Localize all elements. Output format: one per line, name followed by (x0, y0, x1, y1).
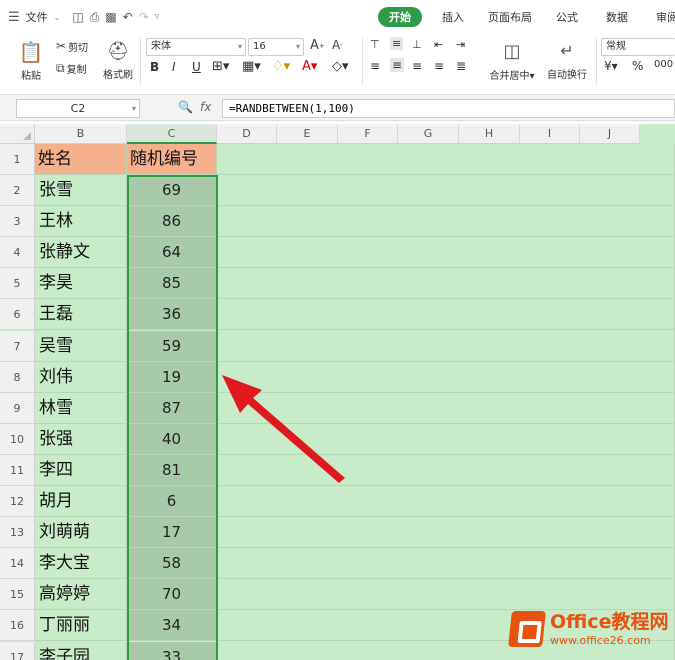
clear-format-icon[interactable]: ◇▾ (332, 59, 349, 74)
tab-data[interactable]: 数据 (606, 9, 628, 25)
align-right-icon[interactable]: ≡ (412, 59, 422, 73)
thousands-separator-icon[interactable]: 000 (654, 59, 673, 70)
increase-font-icon[interactable]: A + (310, 38, 325, 53)
align-middle-icon[interactable]: ≡ (390, 37, 404, 50)
zoom-search-icon[interactable]: 🔍 (178, 100, 193, 114)
annotation-arrow (222, 375, 345, 483)
merge-center-button[interactable]: ◫ 合并居中▾ (486, 36, 538, 86)
tab-page-layout[interactable]: 页面布局 (488, 9, 532, 25)
paste-button[interactable]: 📋 粘贴 (14, 36, 48, 86)
print-preview-icon[interactable]: ▩ (105, 10, 116, 24)
copy-label: 复制 (66, 64, 87, 76)
cut-button[interactable]: ✂ 剪切 (56, 38, 88, 54)
format-painter-label: 格式刷 (103, 70, 133, 81)
number-format-value: 常规 (606, 41, 626, 52)
decrease-indent-icon[interactable]: ⇤ (434, 38, 443, 51)
quick-access-dropdown-icon[interactable]: ▿ (155, 12, 160, 22)
cut-label: 剪切 (68, 42, 89, 54)
formula-input[interactable]: =RANDBETWEEN(1,100) (222, 99, 675, 118)
font-name-value: 宋体 (151, 41, 171, 52)
merge-center-label: 合并居中▾ (489, 70, 535, 82)
tab-home[interactable]: 开始 (378, 7, 422, 27)
undo-icon[interactable]: ↶ (123, 10, 133, 24)
bold-icon[interactable]: B (150, 60, 159, 74)
format-painter-button[interactable]: ⛑ 格式刷 (100, 36, 136, 86)
fill-color-icon[interactable]: ♢▾ (272, 59, 290, 74)
wrap-text-icon: ↵ (560, 41, 574, 60)
merge-cells-icon: ◫ (503, 40, 521, 62)
name-box-value: C2 (70, 102, 86, 115)
font-size-select[interactable]: 16 ▾ (248, 38, 304, 56)
chevron-down-icon: ▾ (295, 42, 300, 51)
chevron-down-icon[interactable]: ⌄ (54, 13, 61, 22)
italic-icon[interactable]: I (172, 60, 176, 74)
scissors-icon: ✂ (56, 39, 67, 53)
logo-url-text: www.office26.com (550, 633, 651, 647)
ribbon-divider (596, 38, 597, 84)
fx-icon[interactable]: fx (200, 100, 211, 114)
format-painter-icon: ⛑ (106, 41, 130, 62)
percent-icon[interactable]: % (632, 59, 643, 73)
cell-style-icon[interactable]: ▦▾ (242, 59, 261, 74)
ribbon-tabs: 开始 插入 页面布局 公式 数据 审阅 (378, 0, 675, 34)
increase-indent-icon[interactable]: ⇥ (456, 38, 465, 51)
font-color-icon[interactable]: A▾ (302, 59, 317, 74)
ribbon-divider (362, 38, 363, 84)
paste-label: 粘贴 (21, 71, 41, 82)
currency-icon[interactable]: ¥▾ (604, 59, 618, 73)
align-bottom-icon[interactable]: ⊥ (412, 38, 422, 51)
redo-icon[interactable]: ↷ (139, 10, 149, 24)
logo-brand-text: Office教程网 (550, 610, 669, 633)
spreadsheet-grid: BCDEFGHIJ 1 姓名 随机编号 2 张雪 69 3 王林 86 4 张静文 64 5 李昊 85 6 王… (0, 124, 675, 660)
menu-bar: ☰ 文件 ⌄ ◫ ⎙ ▩ ↶ ↷ ▿ 开始 插入 页面布局 公式 数据 审阅 (0, 0, 675, 34)
align-center-icon[interactable]: ≡ (390, 58, 405, 72)
justify-icon[interactable]: ≡ (434, 59, 444, 73)
border-icon[interactable]: ⊞▾ (212, 59, 229, 74)
name-box[interactable]: C2 ▾ (16, 99, 140, 118)
red-arrow-icon (222, 375, 345, 483)
tab-insert[interactable]: 插入 (442, 9, 464, 25)
tab-formulas[interactable]: 公式 (556, 9, 578, 25)
font-name-select[interactable]: 宋体 ▾ (146, 38, 246, 56)
paste-icon: 📋 (18, 40, 44, 64)
wrap-text-label: 自动换行 (547, 70, 587, 81)
copy-icon: ⧉ (56, 60, 65, 75)
distributed-icon[interactable]: ≣ (456, 59, 466, 73)
ribbon-toolbar: 📋 粘贴 ✂ 剪切 ⧉ 复制 ⛑ 格式刷 宋体 ▾ 16 ▾ A + A- B I… (0, 34, 675, 90)
ribbon-divider (140, 38, 141, 84)
underline-icon[interactable]: U (192, 60, 201, 74)
font-size-value: 16 (253, 41, 266, 52)
save-icon[interactable]: ◫ (72, 10, 83, 24)
wrap-text-button[interactable]: ↵ 自动换行 (544, 36, 590, 86)
formula-bar: C2 ▾ 🔍 fx =RANDBETWEEN(1,100) (0, 94, 675, 121)
chevron-down-icon: ▾ (131, 104, 136, 113)
chevron-down-icon: ▾ (237, 42, 242, 51)
file-menu[interactable]: 文件 (26, 9, 48, 25)
align-left-icon[interactable]: ≡ (370, 59, 380, 73)
office-logo: Office教程网 www.office26.com (508, 610, 669, 647)
office-logo-icon (508, 611, 546, 647)
align-top-icon[interactable]: ⊤ (370, 38, 380, 51)
print-icon[interactable]: ⎙ (90, 10, 100, 25)
copy-button[interactable]: ⧉ 复制 (56, 60, 87, 76)
tab-review[interactable]: 审阅 (656, 9, 675, 25)
hamburger-menu-icon[interactable]: ☰ (8, 10, 20, 25)
decrease-font-icon[interactable]: A- (332, 38, 343, 52)
number-format-select[interactable]: 常规 (601, 38, 675, 56)
